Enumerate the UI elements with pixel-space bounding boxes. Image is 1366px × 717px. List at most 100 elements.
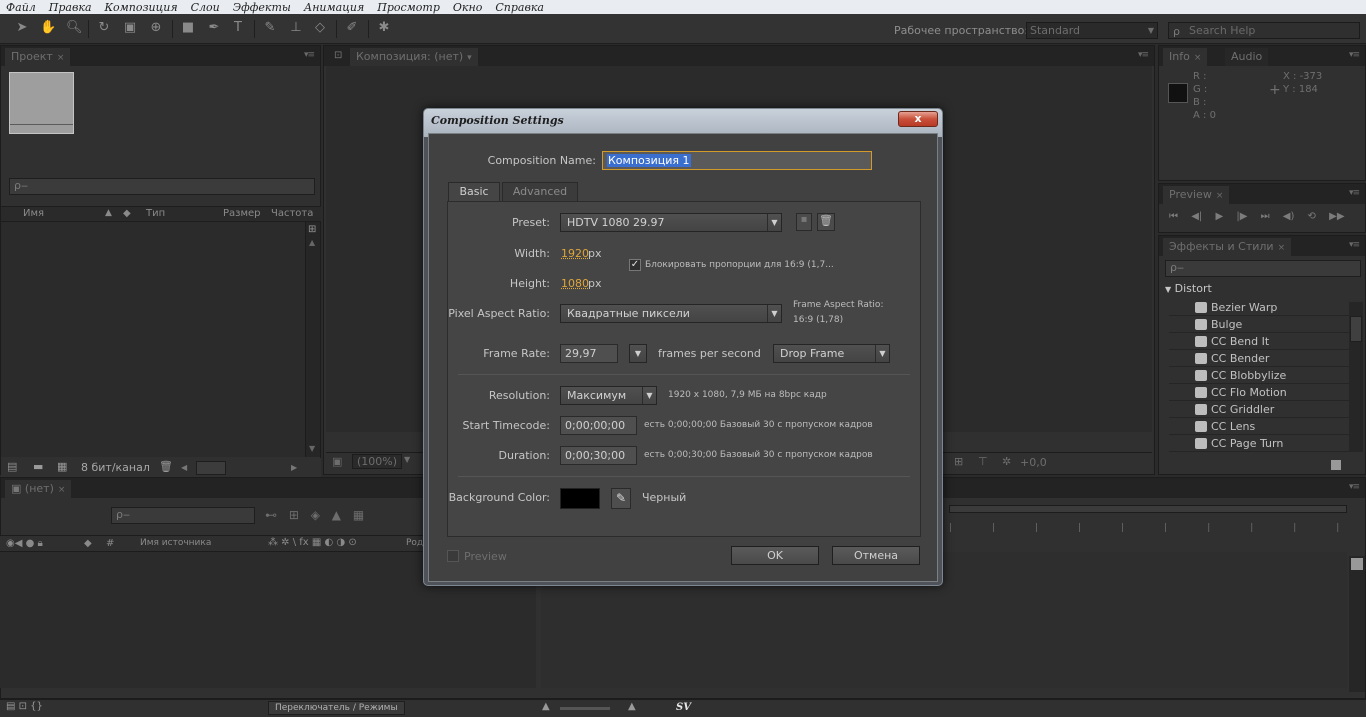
tab-effects[interactable]: Эффекты и Стили ×: [1163, 238, 1292, 256]
panel-menu-icon[interactable]: ▾≡: [1349, 50, 1360, 60]
hand-tool-icon[interactable]: ✋: [40, 20, 56, 36]
frame-blending-icon[interactable]: ▲: [332, 508, 341, 522]
search-help-input[interactable]: ρ Search Help: [1168, 22, 1360, 39]
horizontal-scroll-thumb[interactable]: [196, 461, 226, 475]
effect-item[interactable]: CC Griddler: [1169, 401, 1349, 418]
panel-menu-icon[interactable]: ▾≡: [1349, 482, 1360, 492]
category-distort[interactable]: ▼ Distort: [1165, 282, 1212, 295]
roto-brush-tool-icon[interactable]: ✐: [344, 20, 360, 36]
rotate-tool-icon[interactable]: ↻: [96, 20, 112, 36]
new-item-icon[interactable]: [1331, 460, 1341, 470]
brush-tool-icon[interactable]: ✎: [262, 20, 278, 36]
menu-edit[interactable]: Правка: [49, 1, 92, 14]
effect-item[interactable]: Bezier Warp: [1169, 299, 1349, 316]
cancel-button[interactable]: Отмена: [832, 546, 920, 565]
parent-header[interactable]: Род: [406, 538, 423, 548]
camera-tool-icon[interactable]: ▣: [122, 20, 138, 36]
project-scrollbar[interactable]: ⊞ ▲ ▼: [305, 222, 320, 457]
effects-scrollbar[interactable]: [1349, 302, 1363, 452]
effect-item[interactable]: Bulge: [1169, 316, 1349, 333]
preset-select[interactable]: HDTV 1080 29.97 ▼: [560, 213, 782, 232]
ok-button[interactable]: OK: [731, 546, 819, 565]
zoom-select[interactable]: (100%): [352, 454, 403, 469]
timeline-zoom-slider[interactable]: [560, 707, 610, 710]
bit-depth-button[interactable]: 8 бит/канал: [81, 461, 150, 474]
drop-frame-select[interactable]: Drop Frame ▼: [773, 344, 890, 363]
flowchart-icon[interactable]: ⊞: [308, 224, 316, 235]
next-frame-icon[interactable]: |▶: [1236, 211, 1247, 222]
panel-menu-icon[interactable]: ▾≡: [1349, 188, 1360, 198]
scroll-right-icon[interactable]: ▶: [291, 463, 297, 472]
tab-timeline[interactable]: ▣ (нет) ×: [5, 480, 72, 498]
tab-composition[interactable]: Композиция: (нет) ▾: [350, 48, 478, 66]
effects-scroll-thumb[interactable]: [1350, 316, 1362, 342]
background-color-swatch[interactable]: [560, 488, 600, 509]
frame-rate-dropdown[interactable]: ▼: [629, 344, 647, 363]
column-type[interactable]: Тип: [146, 208, 165, 219]
pan-behind-tool-icon[interactable]: ⊕: [148, 20, 164, 36]
scroll-left-icon[interactable]: ◀: [181, 463, 187, 472]
timeline-scrollbar[interactable]: [1349, 556, 1365, 692]
scroll-up-icon[interactable]: ▲: [309, 238, 315, 247]
disclosure-open-icon[interactable]: ▼: [1165, 285, 1171, 294]
grid-icon[interactable]: ⊞: [954, 455, 963, 468]
tab-preview[interactable]: Preview ×: [1163, 186, 1230, 204]
effect-item[interactable]: CC Bend It: [1169, 333, 1349, 350]
effect-item[interactable]: CC Page Turn: [1169, 435, 1349, 452]
duration-input[interactable]: 0;00;30;00: [560, 446, 637, 465]
width-value[interactable]: 1920: [561, 247, 589, 260]
menu-layers[interactable]: Слои: [191, 1, 220, 14]
new-folder-icon[interactable]: ▬: [33, 460, 43, 473]
column-size[interactable]: Размер: [223, 208, 261, 219]
effect-item[interactable]: CC Blobbylize: [1169, 367, 1349, 384]
timeline-zoom-icon[interactable]: [1351, 558, 1363, 570]
first-frame-icon[interactable]: ⏮: [1169, 211, 1178, 222]
panel-menu-icon[interactable]: ▾≡: [1138, 50, 1149, 60]
menu-animation[interactable]: Анимация: [304, 1, 364, 14]
selection-tool-icon[interactable]: ➤: [14, 20, 30, 36]
clone-stamp-tool-icon[interactable]: ⊥: [288, 20, 304, 36]
tab-project[interactable]: Проект ×: [5, 48, 71, 66]
motion-blur-icon[interactable]: ▦: [353, 508, 364, 522]
chevron-down-icon[interactable]: ▼: [404, 455, 410, 464]
timeline-search-input[interactable]: ρ‒: [111, 507, 255, 524]
interpret-footage-icon[interactable]: ▤: [7, 460, 17, 473]
always-preview-icon[interactable]: ▣: [332, 455, 342, 468]
shy-layers-icon[interactable]: ◈: [311, 508, 320, 522]
pixel-aspect-select[interactable]: Квадратные пиксели ▼: [560, 304, 782, 323]
frame-rate-input[interactable]: 29,97: [560, 344, 618, 363]
trash-icon[interactable]: 🗑︎: [159, 460, 173, 473]
exposure-value[interactable]: +0,0: [1020, 456, 1047, 469]
draft-3d-icon[interactable]: ⊞: [289, 508, 299, 522]
menu-composition[interactable]: Композиция: [105, 1, 178, 14]
close-icon[interactable]: ×: [1216, 191, 1224, 201]
sort-up-icon[interactable]: ▲: [105, 208, 112, 218]
menu-file[interactable]: Файл: [6, 1, 36, 14]
composition-mini-flowchart-icon[interactable]: ⊷: [265, 508, 277, 522]
tab-advanced[interactable]: Advanced: [502, 182, 578, 201]
new-composition-icon[interactable]: ▦: [57, 460, 67, 473]
pen-tool-icon[interactable]: ✒: [206, 20, 222, 36]
text-tool-icon[interactable]: T: [230, 20, 246, 36]
rectangle-tool-icon[interactable]: ■: [180, 20, 196, 36]
menu-help[interactable]: Справка: [495, 1, 544, 14]
close-icon[interactable]: ×: [1194, 53, 1202, 63]
label-tag-icon[interactable]: ◆: [84, 538, 92, 549]
source-name-header[interactable]: Имя источника: [140, 538, 211, 548]
comp-name-input[interactable]: Композиция 1: [602, 151, 872, 170]
project-search-input[interactable]: ρ‒: [9, 178, 315, 195]
panel-menu-icon[interactable]: ▾≡: [304, 50, 315, 60]
loop-icon[interactable]: ⟲: [1308, 211, 1316, 222]
work-area-bar[interactable]: [949, 505, 1347, 513]
start-timecode-input[interactable]: 0;00;00;00: [560, 416, 637, 435]
chevron-down-icon[interactable]: ▾: [467, 53, 472, 63]
project-items-list[interactable]: [1, 222, 305, 457]
menu-effects[interactable]: Эффекты: [233, 1, 291, 14]
tab-basic[interactable]: Basic: [448, 182, 500, 202]
zoom-tool-icon[interactable]: 🔍︎: [66, 20, 83, 36]
effect-item[interactable]: CC Flo Motion: [1169, 384, 1349, 401]
close-icon[interactable]: ×: [1278, 243, 1286, 253]
panel-menu-icon[interactable]: ▾≡: [1349, 240, 1360, 250]
close-icon[interactable]: ×: [57, 53, 65, 63]
tab-audio[interactable]: Audio: [1225, 48, 1269, 66]
